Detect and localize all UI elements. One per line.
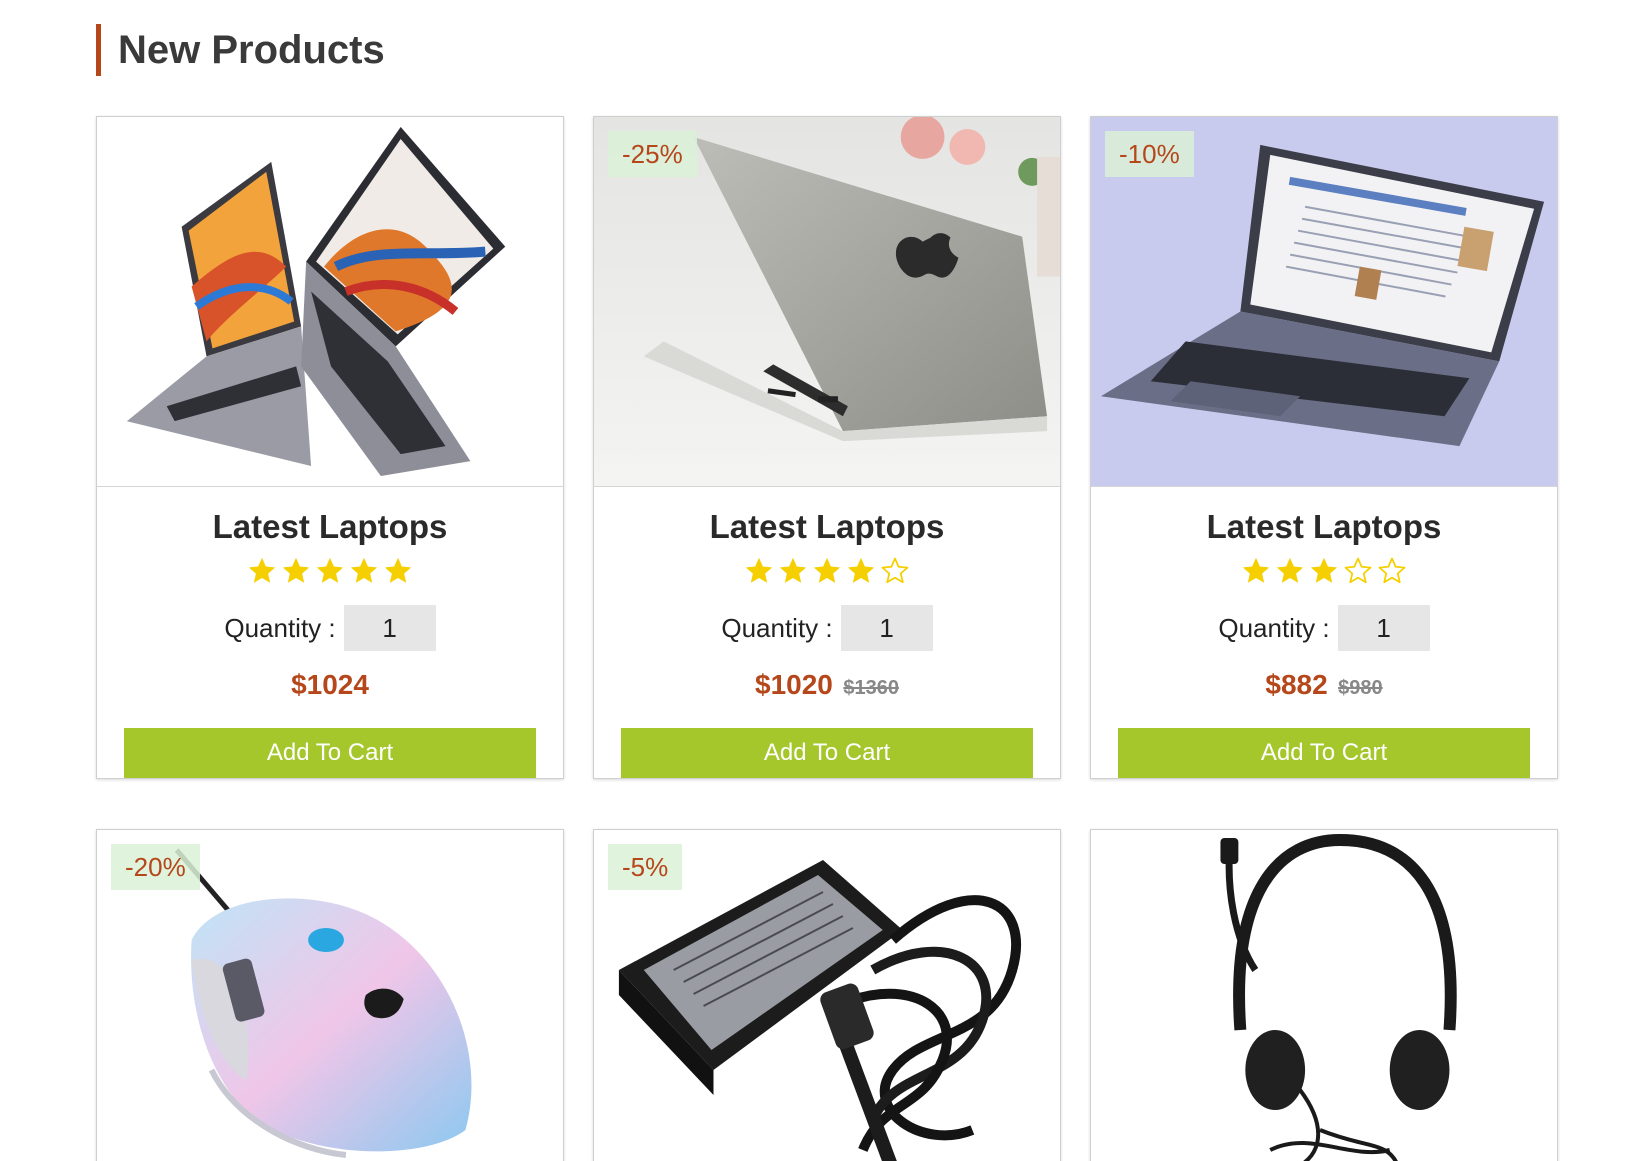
price-row: $1024 <box>97 667 563 703</box>
quantity-input[interactable] <box>343 605 436 651</box>
star-filled-icon <box>283 558 309 583</box>
star-filled-icon <box>1243 558 1269 583</box>
quantity-label: Quantity : <box>721 612 833 643</box>
gaming-mouse-image[interactable]: -20% <box>97 830 563 1161</box>
star-filled-icon <box>780 558 806 583</box>
product-card: -25% Latest Laptops Quantity : $1020 $13… <box>593 116 1061 779</box>
product-card <box>1090 829 1558 1161</box>
star-filled-icon <box>249 558 275 583</box>
star-filled-icon <box>746 558 772 583</box>
ac-adapter-image[interactable]: -5% <box>594 830 1060 1161</box>
star-filled-icon <box>385 558 411 583</box>
silver-laptop-image[interactable]: -25% <box>594 117 1060 487</box>
star-empty-icon <box>881 557 909 584</box>
product-card: -10% Latest Laptops Quantity : $882 $980… <box>1090 116 1558 779</box>
product-title[interactable]: Latest Laptops <box>594 507 1060 547</box>
star-filled-icon <box>1277 558 1303 583</box>
price: $1020 <box>755 669 833 700</box>
price-row: $1020 $1360 <box>594 667 1060 703</box>
product-title[interactable]: Latest Laptops <box>97 507 563 547</box>
price-row: $882 $980 <box>1091 667 1557 703</box>
add-to-cart-button[interactable]: Add To Cart <box>1118 728 1530 778</box>
price: $882 <box>1265 669 1328 700</box>
old-price: $980 <box>1338 677 1383 699</box>
headset-image[interactable] <box>1091 830 1557 1161</box>
add-to-cart-button[interactable]: Add To Cart <box>124 728 536 778</box>
quantity-row: Quantity : <box>97 605 563 651</box>
product-card: -5% <box>593 829 1061 1161</box>
section-title: New Products <box>96 24 385 76</box>
open-laptop-image[interactable]: -10% <box>1091 117 1557 487</box>
quantity-label: Quantity : <box>224 612 336 643</box>
quantity-row: Quantity : <box>594 605 1060 651</box>
discount-badge: -20% <box>111 844 200 890</box>
discount-badge: -25% <box>608 131 697 177</box>
product-card: -20% <box>96 829 564 1161</box>
discount-badge: -5% <box>608 844 683 890</box>
star-filled-icon <box>351 558 377 583</box>
add-to-cart-button[interactable]: Add To Cart <box>621 728 1033 778</box>
product-card: Latest Laptops Quantity : $1024 Add To C… <box>96 116 564 779</box>
quantity-input[interactable] <box>840 605 933 651</box>
quantity-row: Quantity : <box>1091 605 1557 651</box>
price: $1024 <box>291 669 369 700</box>
star-filled-icon <box>848 558 874 583</box>
star-filled-icon <box>1311 558 1337 583</box>
star-empty-icon <box>1378 557 1406 584</box>
star-empty-icon <box>1344 557 1372 584</box>
star-rating <box>594 556 1060 590</box>
star-rating <box>97 556 563 590</box>
star-filled-icon <box>814 558 840 583</box>
laptop-pair-image[interactable] <box>97 117 563 487</box>
quantity-input[interactable] <box>1337 605 1430 651</box>
star-filled-icon <box>317 558 343 583</box>
quantity-label: Quantity : <box>1218 612 1330 643</box>
star-rating <box>1091 556 1557 590</box>
discount-badge: -10% <box>1105 131 1194 177</box>
product-title[interactable]: Latest Laptops <box>1091 507 1557 547</box>
old-price: $1360 <box>843 677 899 699</box>
